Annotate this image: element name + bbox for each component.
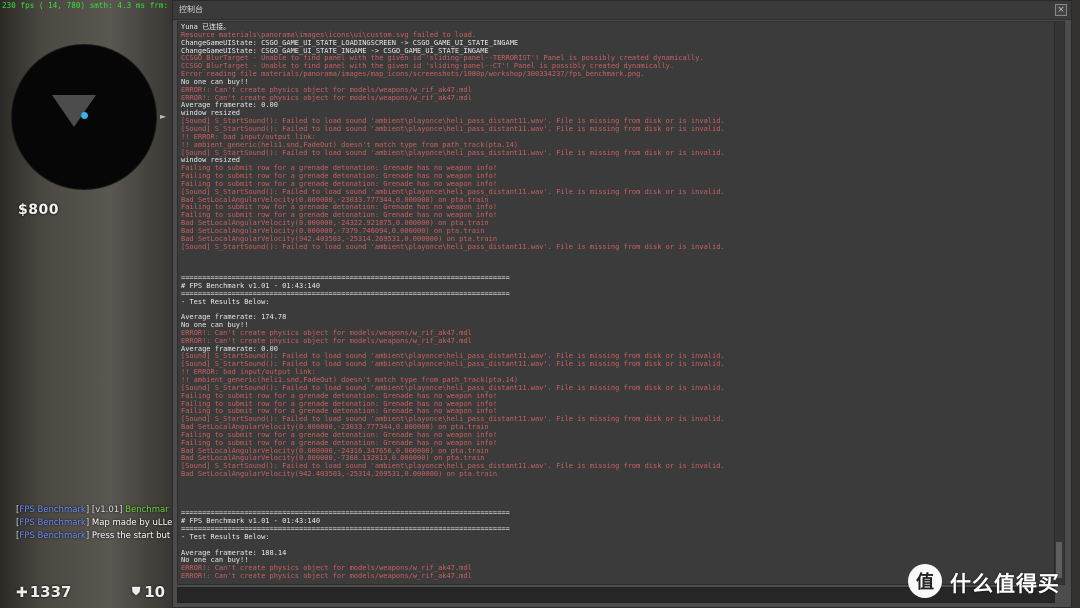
watermark-logo: 值 <box>908 564 942 598</box>
health-display: ✚ 1337 <box>16 583 71 601</box>
close-button[interactable]: × <box>1055 4 1067 16</box>
console-line: Average framerate: 0.00 <box>181 101 278 110</box>
console-line: - Test Results Below: <box>181 297 270 306</box>
console-error-line: Bad SetLocalAngularVelocity(942.403503,-… <box>181 470 498 479</box>
watermark-text: 什么值得买 <box>950 572 1060 596</box>
console-error-line: [Sound] S_StartSound(): Failed to load s… <box>181 148 725 157</box>
console-window[interactable]: 控制台 × Yuna 已连接。 Resource materials\panora… <box>172 0 1072 608</box>
health-value: 1337 <box>29 583 72 601</box>
chat-text: Map made by uLLe <box>91 518 173 528</box>
armor-shield-icon: ⛊ <box>132 585 141 598</box>
chat-text: Press the start but <box>91 531 171 541</box>
armor-value: 10 <box>144 583 166 601</box>
console-titlebar[interactable]: 控制台 × <box>173 1 1071 20</box>
console-output[interactable]: Yuna 已连接。 Resource materials\panorama\ima… <box>177 21 1065 585</box>
console-error-line: Error reading file materials/panorama/im… <box>181 70 645 79</box>
chat-version: [v1.01] <box>91 505 123 515</box>
radar-minimap <box>12 45 156 189</box>
console-title: 控制台 <box>179 5 203 14</box>
chat-line: [FPS Benchmark] Map made by uLLe <box>16 518 173 528</box>
console-line: ========================================… <box>181 289 510 298</box>
chat-feed: [FPS Benchmark] [v1.01] Benchmar [FPS Be… <box>16 504 176 543</box>
radar-arrow-icon: ► <box>160 112 167 121</box>
chat-text: Benchmar <box>125 505 169 515</box>
money-display: $800 <box>18 202 59 218</box>
chat-tag: FPS Benchmark <box>19 505 86 515</box>
health-cross-icon: ✚ <box>16 585 28 601</box>
console-line: ========================================… <box>181 525 510 533</box>
chat-tag: FPS Benchmark <box>19 531 86 541</box>
console-line: Average framerate: 188.14 <box>181 548 287 557</box>
watermark: 值 什么值得买 <box>908 562 1080 602</box>
console-error-line: [Sound] S_StartSound(): Failed to load s… <box>181 242 725 251</box>
chat-line: [FPS Benchmark] [v1.01] Benchmar <box>16 505 169 515</box>
console-line: Average framerate: 174.78 <box>181 313 287 322</box>
radar-view-cone <box>52 95 96 127</box>
console-lines: Yuna 已连接。 Resource materials\panorama\ima… <box>181 23 1051 581</box>
fps-readout: 230 fps ( 14, 780) smth: 4.3 ms frm: 4.9… <box>2 1 201 10</box>
console-error-line: ERROR!: Can't create physics object for … <box>181 93 472 102</box>
console-error-line: ERROR!: Can't create physics object for … <box>181 336 472 345</box>
radar-player-dot <box>81 112 88 119</box>
chat-tag: FPS Benchmark <box>19 518 86 528</box>
console-scrollbar[interactable] <box>1054 22 1064 584</box>
chat-line: [FPS Benchmark] Press the start but <box>16 531 171 541</box>
watermark-logo-char: 值 <box>916 572 934 593</box>
armor-display: ⛊ 10 <box>132 583 165 601</box>
console-line: - Test Results Below: <box>181 532 270 541</box>
